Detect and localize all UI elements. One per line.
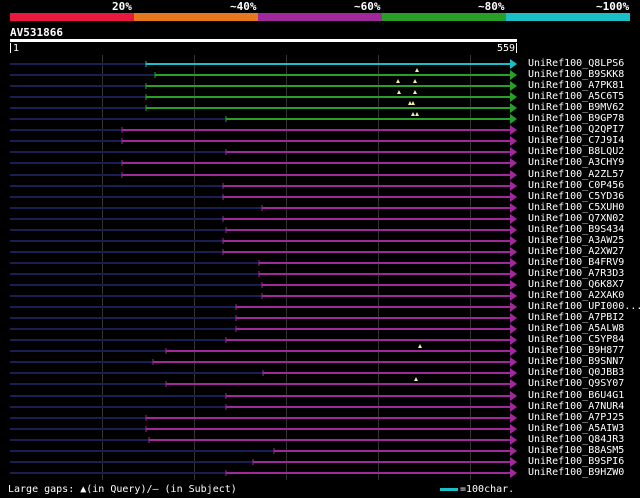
hit-label-link[interactable]: UniRef100_Q2QPI7: [528, 124, 624, 135]
hit-label-link[interactable]: UniRef100_Q0JBB3: [528, 367, 624, 378]
hit-label-link[interactable]: UniRef100_B6U4G1: [528, 390, 624, 401]
hit-arrow-icon: [510, 302, 517, 312]
hit-arrow-icon: [510, 280, 517, 290]
hit-label-link[interactable]: UniRef100_B9MV62: [528, 102, 624, 113]
hit-arrow-icon: [510, 424, 517, 434]
hit-arrow-icon: [510, 335, 517, 345]
hit-label-link[interactable]: UniRef100_A7PJ25: [528, 412, 624, 423]
hit-label-link[interactable]: UniRef100_B9H877: [528, 345, 624, 356]
scale-bar: [440, 488, 458, 491]
hit-label-link[interactable]: UniRef100_C5YP84: [528, 334, 624, 345]
hit-arrow-icon: [510, 225, 517, 235]
hit-label-link[interactable]: UniRef100_C0P456: [528, 180, 624, 191]
hit-arrow-icon: [510, 446, 517, 456]
hit-label-link[interactable]: UniRef100_C7J9I4: [528, 135, 624, 146]
gap-marker-icon: [396, 79, 400, 83]
footer-gaps-legend: Large gaps: ▲(in Query)/‒ (in Subject): [8, 484, 237, 495]
hit-arrow-icon: [510, 258, 517, 268]
hit-arrow-icon: [510, 70, 517, 80]
hit-label-link[interactable]: UniRef100_B8LQU2: [528, 146, 624, 157]
hit-arrow-icon: [510, 236, 517, 246]
hit-arrow-icon: [510, 391, 517, 401]
hit-arrow-icon: [510, 402, 517, 412]
hit-arrow-icon: [510, 114, 517, 124]
hit-label-link[interactable]: UniRef100_A7PK81: [528, 80, 624, 91]
hit-label-link[interactable]: UniRef100_A3CHY9: [528, 157, 624, 168]
hit-label-link[interactable]: UniRef100_Q9SY07: [528, 378, 624, 389]
hit-arrow-icon: [510, 103, 517, 113]
gap-marker-icon: [411, 101, 415, 105]
hit-arrow-icon: [510, 92, 517, 102]
hit-arrow-icon: [510, 203, 517, 213]
hit-arrow-icon: [510, 413, 517, 423]
hit-label-link[interactable]: UniRef100_B9S434: [528, 224, 624, 235]
hit-label-link[interactable]: UniRef100_B4FRV9: [528, 257, 624, 268]
hit-label-link[interactable]: UniRef100_A2ZL57: [528, 169, 624, 180]
hit-label-link[interactable]: UniRef100_A5AIW3: [528, 423, 624, 434]
hit-arrow-icon: [510, 192, 517, 202]
hit-arrow-icon: [510, 136, 517, 146]
hit-arrow-icon: [510, 457, 517, 467]
hit-label-link[interactable]: UniRef100_B9GP78: [528, 113, 624, 124]
gap-marker-icon: [415, 112, 419, 116]
gap-marker-icon: [397, 90, 401, 94]
hit-label-link[interactable]: UniRef100_Q7XN02: [528, 213, 624, 224]
hit-label-link[interactable]: UniRef100_A3AW25: [528, 235, 624, 246]
hit-label-link[interactable]: UniRef100_Q8LPS6: [528, 58, 624, 69]
hit-label-link[interactable]: UniRef100_B8ASM5: [528, 445, 624, 456]
hit-arrow-icon: [510, 125, 517, 135]
hit-arrow-icon: [510, 158, 517, 168]
hit-arrow-icon: [510, 291, 517, 301]
gap-marker-icon: [413, 90, 417, 94]
hit-label-link[interactable]: UniRef100_B9SPI6: [528, 456, 624, 467]
hit-arrow-icon: [510, 357, 517, 367]
hit-arrow-icon: [510, 324, 517, 334]
hit-label-link[interactable]: UniRef100_A5ALW8: [528, 323, 624, 334]
scale-label: =100char.: [460, 484, 515, 495]
hit-label-link[interactable]: UniRef100_B9SNN7: [528, 356, 624, 367]
hit-label-link[interactable]: UniRef100_A7PBI2: [528, 312, 624, 323]
hit-arrow-icon: [510, 247, 517, 257]
hit-label-link[interactable]: UniRef100_C5XUH0: [528, 202, 624, 213]
hit-label-link[interactable]: UniRef100_B9HZW0: [528, 467, 624, 478]
hit-label-link[interactable]: UniRef100_A7NUR4: [528, 401, 624, 412]
hit-arrow-icon: [510, 170, 517, 180]
gap-marker-icon: [418, 344, 422, 348]
hit-arrow-icon: [510, 269, 517, 279]
hit-arrow-icon: [510, 147, 517, 157]
hit-label-link[interactable]: UniRef100_Q6K8X7: [528, 279, 624, 290]
hit-arrow-icon: [510, 379, 517, 389]
hit-arrow-icon: [510, 181, 517, 191]
hit-label-link[interactable]: UniRef100_C5YD36: [528, 191, 624, 202]
hit-label-link[interactable]: UniRef100_B9SKK8: [528, 69, 624, 80]
hit-label-link[interactable]: UniRef100_A7R3D3: [528, 268, 624, 279]
hit-arrow-icon: [510, 81, 517, 91]
hit-arrow-icon: [510, 313, 517, 323]
gap-marker-icon: [411, 112, 415, 116]
hit-label-link[interactable]: UniRef100_Q84JR3: [528, 434, 624, 445]
hit-label-link[interactable]: UniRef100_A5C6T5: [528, 91, 624, 102]
hit-arrow-icon: [510, 59, 517, 69]
gap-marker-icon: [413, 79, 417, 83]
hit-label-link[interactable]: UniRef100_A2XW27: [528, 246, 624, 257]
hit-label-link[interactable]: UniRef100_A2XAK0: [528, 290, 624, 301]
hit-arrow-icon: [510, 368, 517, 378]
gap-marker-icon: [415, 68, 419, 72]
hit-arrow-icon: [510, 435, 517, 445]
hit-label-link[interactable]: UniRef100_UPI000...: [528, 301, 640, 312]
hit-arrow-icon: [510, 214, 517, 224]
hit-arrow-icon: [510, 346, 517, 356]
gap-marker-icon: [414, 377, 418, 381]
hit-arrow-icon: [510, 468, 517, 478]
